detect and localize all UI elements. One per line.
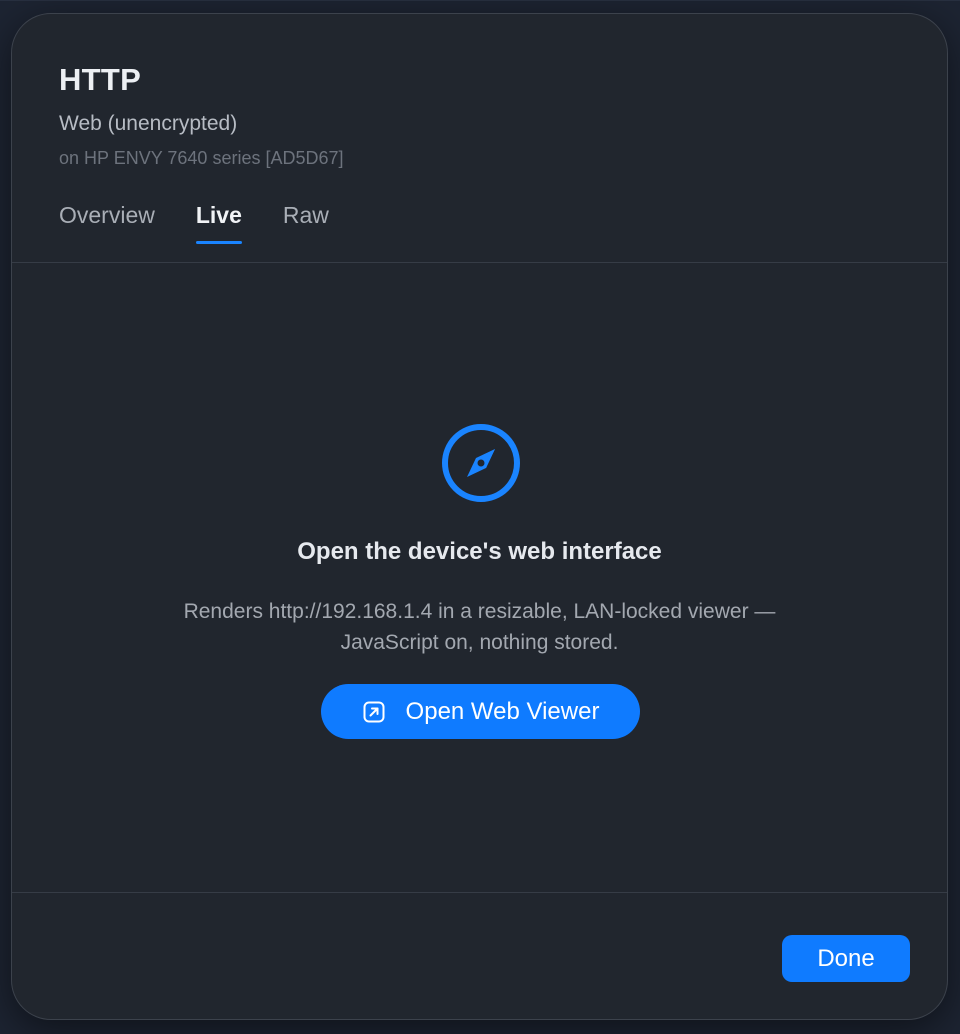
live-panel: Open the device's web interface Renders … bbox=[12, 263, 947, 892]
compass-icon bbox=[440, 422, 522, 504]
open-web-viewer-label: Open Web Viewer bbox=[405, 697, 600, 725]
service-title: HTTP bbox=[59, 62, 142, 97]
description-line-1: Renders http://192.168.1.4 in a resizabl… bbox=[183, 600, 776, 623]
open-web-viewer-button[interactable]: Open Web Viewer bbox=[321, 684, 640, 739]
live-headline: Open the device's web interface bbox=[297, 538, 662, 565]
done-button[interactable]: Done bbox=[782, 935, 910, 982]
description-line-2: JavaScript on, nothing stored. bbox=[340, 631, 619, 654]
tab-bar: Overview Live Raw bbox=[59, 200, 370, 246]
open-external-icon bbox=[362, 700, 386, 724]
service-subtitle: Web (unencrypted) bbox=[59, 112, 238, 135]
tab-live[interactable]: Live bbox=[195, 200, 242, 246]
backdrop-divider bbox=[0, 0, 960, 1]
tab-raw[interactable]: Raw bbox=[283, 200, 329, 246]
sheet-header: HTTP Web (unencrypted) on HP ENVY 7640 s… bbox=[12, 14, 947, 263]
sheet-footer: Done bbox=[12, 893, 947, 1019]
device-name: on HP ENVY 7640 series [AD5D67] bbox=[59, 148, 344, 168]
tab-overview[interactable]: Overview bbox=[59, 200, 155, 246]
service-detail-sheet: HTTP Web (unencrypted) on HP ENVY 7640 s… bbox=[11, 13, 948, 1020]
live-description: Renders http://192.168.1.4 in a resizabl… bbox=[92, 596, 867, 658]
